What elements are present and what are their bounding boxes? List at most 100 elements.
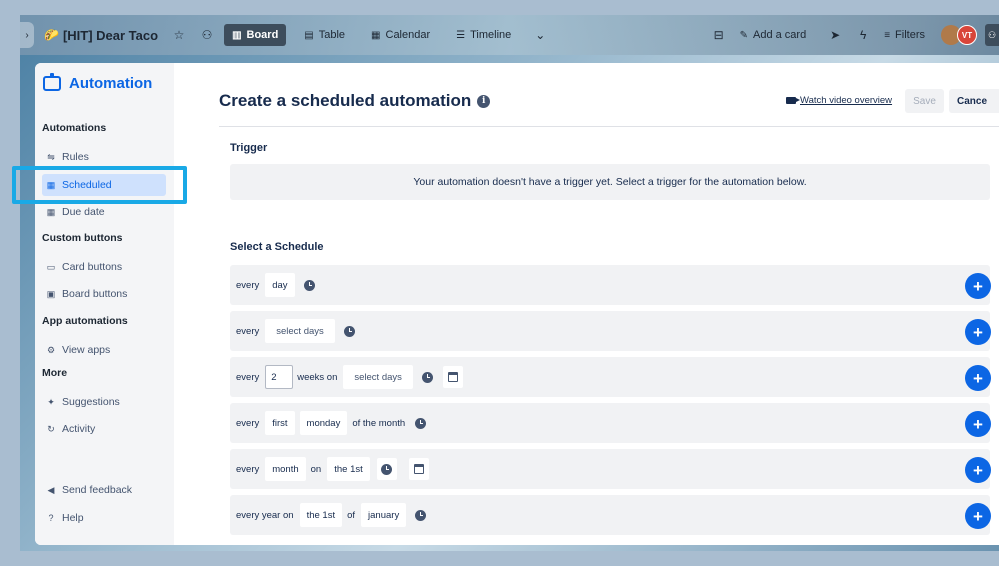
board-icon: ▣ bbox=[46, 288, 56, 299]
gear-icon: ⚙ bbox=[46, 344, 56, 355]
sidebar-item-board-buttons[interactable]: ▣ Board buttons bbox=[42, 283, 166, 305]
add-schedule-button[interactable]: + bbox=[965, 503, 991, 529]
sidebar-item-label: Activity bbox=[62, 423, 96, 435]
section-automations: Automations bbox=[42, 122, 107, 134]
month-select[interactable]: january bbox=[361, 503, 407, 527]
star-icon[interactable]: ☆ bbox=[172, 28, 186, 42]
clock-icon bbox=[381, 463, 393, 475]
workspace-visibility-icon[interactable]: ⚇ bbox=[200, 28, 214, 42]
avatar[interactable]: VT bbox=[957, 25, 977, 45]
refresh-icon: ↻ bbox=[47, 423, 55, 434]
days-select[interactable]: select days bbox=[343, 365, 413, 389]
row-text: every year on bbox=[236, 509, 294, 521]
share-icon[interactable]: ⚇ bbox=[985, 24, 999, 46]
chevron-right-icon: › bbox=[25, 29, 29, 41]
save-button[interactable]: Save bbox=[905, 89, 944, 113]
add-schedule-button[interactable]: + bbox=[965, 457, 991, 483]
board-title[interactable]: [HIT] Dear Taco bbox=[63, 28, 158, 43]
sidebar-item-view-apps[interactable]: ⚙ View apps bbox=[42, 339, 166, 361]
board-header: › 🌮 [HIT] Dear Taco ☆ ⚇ ▥ Board ▤ Table … bbox=[20, 15, 999, 55]
filters-label: Filters bbox=[895, 29, 925, 41]
edit-icon: ✎ bbox=[739, 29, 748, 41]
calendar-button[interactable] bbox=[442, 366, 463, 388]
row-text: on bbox=[310, 463, 322, 475]
ordinal-select[interactable]: first bbox=[265, 411, 295, 435]
expand-sidebar-button[interactable]: › bbox=[20, 22, 34, 48]
help-link[interactable]: ? Help bbox=[42, 507, 166, 529]
period-select[interactable]: day bbox=[265, 273, 295, 297]
page-title-text: Create a scheduled automation bbox=[219, 91, 472, 110]
sidebar-item-card-buttons[interactable]: ▭ Card buttons bbox=[42, 256, 166, 278]
sidebar-item-rules[interactable]: ⇋ Rules bbox=[42, 146, 166, 168]
tab-timeline[interactable]: ☰ Timeline bbox=[448, 24, 519, 46]
section-app-automations: App automations bbox=[42, 315, 128, 327]
calendar-button[interactable] bbox=[408, 458, 429, 480]
sliders-icon: ⇋ bbox=[47, 151, 55, 162]
card-icon: ▭ bbox=[46, 261, 56, 272]
calendar-icon: ▦ bbox=[371, 29, 381, 41]
calendar-icon bbox=[447, 372, 458, 382]
automation-panel: Automation Automations ⇋ Rules ▦ Schedul… bbox=[35, 63, 999, 545]
row-text: every bbox=[236, 325, 260, 337]
watch-video-link[interactable]: Watch video overview bbox=[786, 95, 892, 106]
highlight-box bbox=[12, 166, 187, 204]
tab-table[interactable]: ▤ Table bbox=[296, 24, 353, 46]
chevron-down-icon[interactable]: ⌄ bbox=[533, 28, 547, 42]
add-schedule-button[interactable]: + bbox=[965, 365, 991, 391]
add-card-label: Add a card bbox=[753, 29, 807, 41]
trigger-empty-state: Your automation doesn't have a trigger y… bbox=[230, 164, 990, 200]
add-schedule-button[interactable]: + bbox=[965, 411, 991, 437]
add-schedule-button[interactable]: + bbox=[965, 319, 991, 345]
power-ups-icon[interactable]: ⊟ bbox=[712, 28, 726, 42]
trigger-heading: Trigger bbox=[230, 142, 268, 154]
section-custom-buttons: Custom buttons bbox=[42, 232, 123, 244]
sidebar-item-label: Card buttons bbox=[62, 261, 123, 273]
clock-icon[interactable] bbox=[343, 325, 355, 337]
date-select[interactable]: the 1st bbox=[299, 503, 343, 527]
tab-label: Table bbox=[318, 29, 346, 41]
clock-icon[interactable] bbox=[415, 509, 427, 521]
add-card-button[interactable]: ✎ Add a card bbox=[732, 24, 815, 46]
send-feedback-link[interactable]: ◀ Send feedback bbox=[42, 479, 166, 501]
tab-calendar[interactable]: ▦ Calendar bbox=[363, 24, 438, 46]
sidebar-item-activity[interactable]: ↻ Activity bbox=[42, 418, 166, 440]
sidebar-item-due-date[interactable]: ▦ Due date bbox=[42, 201, 166, 223]
rocket-icon[interactable]: ➤ bbox=[828, 28, 842, 42]
time-button[interactable] bbox=[376, 458, 397, 480]
cancel-button[interactable]: Cance bbox=[949, 89, 999, 113]
sidebar-item-label: Send feedback bbox=[62, 484, 133, 496]
schedule-option-monthly-date: every month on the 1st + bbox=[230, 449, 991, 489]
lightning-icon[interactable]: ϟ bbox=[856, 28, 870, 42]
schedule-heading: Select a Schedule bbox=[230, 241, 324, 253]
tab-label: Board bbox=[246, 29, 279, 41]
sidebar-item-suggestions[interactable]: ✦ Suggestions bbox=[42, 391, 166, 413]
timeline-icon: ☰ bbox=[456, 29, 466, 41]
days-select[interactable]: select days bbox=[265, 319, 335, 343]
period-select[interactable]: month bbox=[265, 457, 306, 481]
weeks-count-input[interactable]: 2 bbox=[265, 365, 294, 389]
section-more: More bbox=[42, 367, 68, 379]
filters-button[interactable]: ≡ Filters bbox=[876, 24, 933, 46]
automation-sidebar: Automation Automations ⇋ Rules ▦ Schedul… bbox=[35, 63, 174, 545]
row-text: every bbox=[236, 417, 260, 429]
schedule-option-yearly: every year on the 1st of january + bbox=[230, 495, 991, 535]
page-title: Create a scheduled automation i bbox=[219, 91, 491, 111]
watch-video-label: Watch video overview bbox=[800, 95, 893, 106]
date-select[interactable]: the 1st bbox=[327, 457, 370, 481]
row-text: every bbox=[236, 463, 260, 475]
clock-icon[interactable] bbox=[303, 279, 315, 291]
clock-icon[interactable] bbox=[421, 371, 433, 383]
schedule-option-monthly-weekday: every first monday of the month + bbox=[230, 403, 991, 443]
help-icon: ? bbox=[48, 513, 54, 523]
main-content: Create a scheduled automation i Watch vi… bbox=[174, 63, 999, 545]
avatar-initials: VT bbox=[961, 30, 973, 40]
sidebar-item-label: View apps bbox=[62, 344, 111, 356]
add-schedule-button[interactable]: + bbox=[965, 273, 991, 299]
row-text: weeks on bbox=[297, 371, 338, 383]
tab-board[interactable]: ▥ Board bbox=[224, 24, 287, 46]
info-icon[interactable]: i bbox=[477, 94, 491, 108]
sidebar-header: Automation bbox=[43, 73, 152, 92]
weekday-select[interactable]: monday bbox=[299, 411, 348, 435]
clock-icon[interactable] bbox=[415, 417, 427, 429]
table-icon: ▤ bbox=[304, 29, 314, 41]
